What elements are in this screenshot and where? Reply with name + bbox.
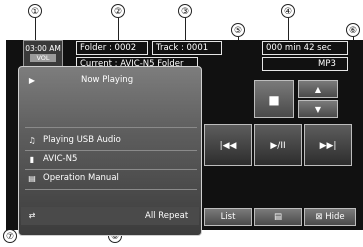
leader-line-2 — [118, 18, 119, 42]
folder-icon: ▮ — [29, 155, 35, 164]
music-file-icon: ♫ — [28, 136, 36, 145]
playlist-panel: ▶ Now Playing ♫ Playing USB Audio ▮ AVIC… — [18, 66, 202, 236]
divider — [25, 189, 197, 190]
folder-up-button[interactable]: ▲ — [298, 80, 338, 98]
repeat-icon: ⇄ — [28, 211, 36, 220]
clock-display: 03:00 AM VOL — [23, 40, 63, 68]
file-format: MP3 — [318, 59, 336, 69]
leader-line-4 — [288, 18, 289, 42]
next-icon: ▶▶| — [319, 141, 337, 151]
callout-5: ⑤ — [231, 23, 245, 37]
down-arrow-icon: ▼ — [314, 105, 322, 114]
list-item-operation-manual[interactable]: ▤ Operation Manual — [19, 171, 201, 186]
folder-icon: ■ — [268, 93, 280, 107]
clock-period: AM — [49, 44, 61, 53]
play-time: 000 min 42 sec — [266, 43, 332, 53]
divider — [25, 127, 197, 128]
list-item-now-playing[interactable]: ▶ Now Playing — [19, 73, 201, 88]
clock-time: 03:00 — [25, 44, 47, 53]
callout-6: ⑥ — [346, 23, 360, 37]
callout-4: ④ — [281, 4, 295, 18]
play-pause-button[interactable]: ▶/II — [254, 124, 302, 166]
clock-sub: VOL — [30, 54, 56, 62]
callout-7: ⑦ — [3, 229, 17, 243]
repeat-bar[interactable]: ⇄ All Repeat — [21, 207, 199, 225]
folder-button[interactable]: ■ — [254, 80, 294, 118]
list-item-usb-audio[interactable]: ♫ Playing USB Audio — [19, 133, 201, 148]
previous-icon: |◀◀ — [219, 141, 237, 151]
list-item-label: Now Playing — [81, 75, 134, 85]
list-item-label: AVIC-N5 — [43, 154, 78, 164]
info-icon: ▤ — [273, 212, 283, 222]
next-track-button[interactable]: ▶▶| — [304, 124, 352, 166]
folder-down-button[interactable]: ▼ — [298, 100, 338, 118]
callout-1: ① — [28, 4, 42, 18]
play-icon: ▶ — [28, 76, 36, 85]
callout-2: ② — [111, 4, 125, 18]
leader-line-3 — [185, 18, 186, 42]
callout-3: ③ — [178, 4, 192, 18]
hide-button[interactable]: ⊠ Hide — [304, 208, 356, 226]
play-pause-icon: ▶/II — [270, 141, 286, 151]
up-arrow-icon: ▲ — [314, 85, 322, 94]
list-item-avic-n5[interactable]: ▮ AVIC-N5 — [19, 152, 201, 167]
list-button[interactable]: List — [204, 208, 252, 226]
previous-track-button[interactable]: |◀◀ — [204, 124, 252, 166]
list-button-label: List — [220, 212, 236, 222]
folder-number: Folder : 0002 — [80, 43, 137, 53]
list-item-label: Playing USB Audio — [43, 135, 121, 145]
divider — [25, 169, 197, 170]
info-button[interactable]: ▤ — [254, 208, 302, 226]
track-number: Track : 0001 — [156, 43, 209, 53]
document-icon: ▤ — [28, 174, 36, 183]
list-item-label: Operation Manual — [43, 173, 119, 183]
leader-line-1 — [35, 18, 36, 42]
repeat-label: All Repeat — [145, 211, 189, 221]
hide-button-label: ⊠ Hide — [315, 212, 345, 222]
divider — [25, 150, 197, 151]
